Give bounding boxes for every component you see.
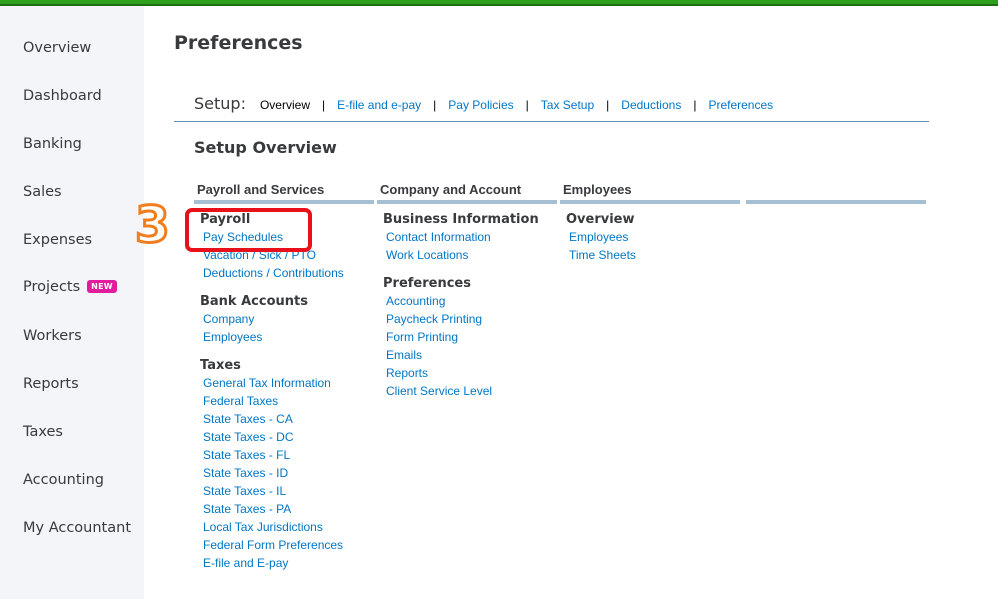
nav-item-overview[interactable]: Overview <box>23 40 91 56</box>
link-vacation-sick-pto[interactable]: Vacation / Sick / PTO <box>203 246 374 264</box>
column-employees: Employees Overview Employees Time Sheets <box>560 182 740 264</box>
group-payroll: Payroll Pay Schedules Vacation / Sick / … <box>200 212 374 282</box>
setup-tab-preferences[interactable]: Preferences <box>708 98 773 112</box>
setup-tab-deductions[interactable]: Deductions <box>621 98 681 112</box>
group-title: Overview <box>566 212 635 227</box>
link-client-service-level[interactable]: Client Service Level <box>386 382 557 400</box>
nav-item-taxes[interactable]: Taxes <box>23 424 63 440</box>
setup-label: Setup: <box>194 94 246 113</box>
nav-item-my-accountant[interactable]: My Accountant <box>23 520 131 536</box>
group-preferences: Preferences Accounting Paycheck Printing… <box>383 276 557 400</box>
nav-item-dashboard[interactable]: Dashboard <box>23 88 102 104</box>
setup-tab-pay-policies[interactable]: Pay Policies <box>448 98 513 112</box>
setup-tab-tax-setup[interactable]: Tax Setup <box>541 98 594 112</box>
nav-item-sales[interactable]: Sales <box>23 184 62 200</box>
step-number-label: 3 <box>134 195 172 256</box>
separator: | <box>321 98 326 112</box>
nav-item-workers[interactable]: Workers <box>23 328 82 344</box>
link-paycheck-printing[interactable]: Paycheck Printing <box>386 310 557 328</box>
link-employees[interactable]: Employees <box>569 228 740 246</box>
link-state-taxes-dc[interactable]: State Taxes - DC <box>203 428 374 446</box>
link-work-locations[interactable]: Work Locations <box>386 246 557 264</box>
nav-item-accounting[interactable]: Accounting <box>23 472 104 488</box>
link-efile-and-epay[interactable]: E-file and E-pay <box>203 554 374 572</box>
separator: | <box>433 98 437 112</box>
link-reports[interactable]: Reports <box>386 364 557 382</box>
nav-item-expenses[interactable]: Expenses <box>23 232 92 248</box>
link-contact-information[interactable]: Contact Information <box>386 228 557 246</box>
link-federal-form-preferences[interactable]: Federal Form Preferences <box>203 536 374 554</box>
setup-tab-overview: Overview <box>259 98 310 112</box>
group-title: Payroll <box>200 212 251 227</box>
group-overview: Overview Employees Time Sheets <box>566 212 740 264</box>
section-title: Setup Overview <box>194 138 337 157</box>
group-title: Taxes <box>200 358 241 373</box>
column-header: Payroll and Services <box>194 182 374 204</box>
link-state-taxes-il[interactable]: State Taxes - IL <box>203 482 374 500</box>
brand-top-bar <box>0 0 998 6</box>
link-state-taxes-ca[interactable]: State Taxes - CA <box>203 410 374 428</box>
link-bank-company[interactable]: Company <box>203 310 374 328</box>
setup-divider <box>174 121 929 122</box>
group-title: Bank Accounts <box>200 294 308 309</box>
link-emails[interactable]: Emails <box>386 346 557 364</box>
link-pay-schedules[interactable]: Pay Schedules <box>203 228 374 246</box>
link-state-taxes-id[interactable]: State Taxes - ID <box>203 464 374 482</box>
link-time-sheets[interactable]: Time Sheets <box>569 246 740 264</box>
group-title: Business Information <box>383 212 539 227</box>
link-deductions-contributions[interactable]: Deductions / Contributions <box>203 264 374 282</box>
link-state-taxes-fl[interactable]: State Taxes - FL <box>203 446 374 464</box>
group-taxes: Taxes General Tax Information Federal Ta… <box>200 358 374 572</box>
column-header: Company and Account <box>377 182 557 204</box>
column-header: Employees <box>560 182 740 204</box>
group-title: Preferences <box>383 276 471 291</box>
new-badge: NEW <box>87 280 117 293</box>
link-accounting[interactable]: Accounting <box>386 292 557 310</box>
separator: | <box>525 98 529 112</box>
left-nav-sidebar: Overview Dashboard Banking Sales Expense… <box>0 6 144 599</box>
page-title: Preferences <box>174 32 303 54</box>
group-business-information: Business Information Contact Information… <box>383 212 557 264</box>
setup-tab-efile[interactable]: E-file and e-pay <box>337 98 421 112</box>
link-local-tax-jurisdictions[interactable]: Local Tax Jurisdictions <box>203 518 374 536</box>
nav-item-projects[interactable]: Projects NEW <box>23 279 117 295</box>
nav-item-projects-label: Projects <box>23 279 81 295</box>
nav-item-reports[interactable]: Reports <box>23 376 79 392</box>
link-general-tax-information[interactable]: General Tax Information <box>203 374 374 392</box>
column-company-and-account: Company and Account Business Information… <box>377 182 557 400</box>
link-state-taxes-pa[interactable]: State Taxes - PA <box>203 500 374 518</box>
separator: | <box>606 98 610 112</box>
group-bank-accounts: Bank Accounts Company Employees <box>200 294 374 346</box>
setup-tab-bar: Setup: Overview | E-file and e-pay | Pay… <box>194 94 773 113</box>
empty-column-header <box>746 182 926 204</box>
link-federal-taxes[interactable]: Federal Taxes <box>203 392 374 410</box>
link-form-printing[interactable]: Form Printing <box>386 328 557 346</box>
separator: | <box>693 98 697 112</box>
link-bank-employees[interactable]: Employees <box>203 328 374 346</box>
nav-item-banking[interactable]: Banking <box>23 136 82 152</box>
column-payroll-and-services: Payroll and Services Payroll Pay Schedul… <box>194 182 374 572</box>
